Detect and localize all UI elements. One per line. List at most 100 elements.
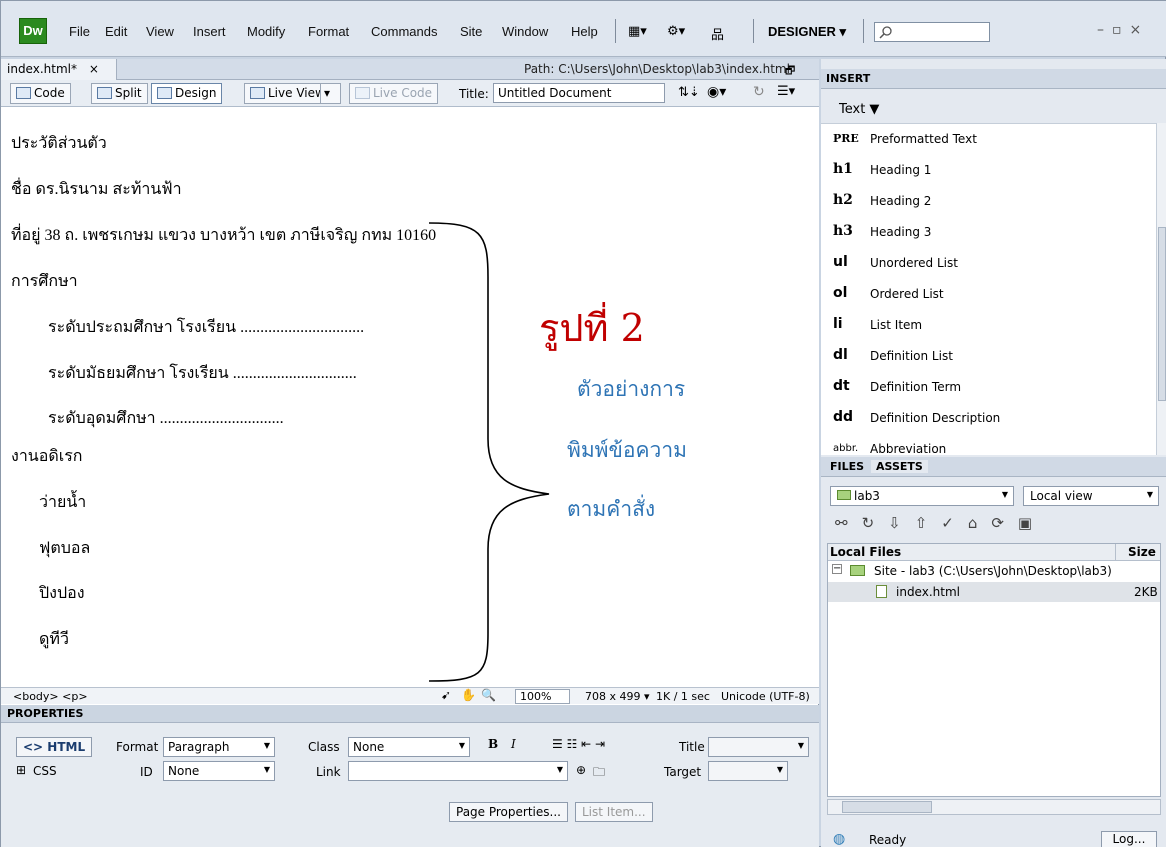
site-root-row[interactable]: − Site - lab3 (C:\Users\John\Desktop\lab… — [828, 562, 1160, 582]
dreamweaver-window: Dw File Edit View Insert Modify Format C… — [0, 0, 1166, 847]
insert-category-select[interactable]: Text ▼ — [839, 102, 879, 117]
note-line-2: พิมพ์ข้อความ — [567, 438, 687, 462]
link-input[interactable] — [348, 761, 568, 781]
design-view-button[interactable]: Design — [151, 83, 223, 104]
list-item-button[interactable]: List Item... — [575, 802, 653, 822]
menu-view[interactable]: View — [146, 24, 174, 39]
menu-format[interactable]: Format — [308, 24, 349, 39]
document-tab[interactable]: index.html* × — [1, 59, 117, 80]
zoom-select[interactable]: 100% — [515, 689, 571, 704]
html-mode-button[interactable]: <> HTML — [16, 737, 93, 757]
insert-item-h3[interactable]: h3 Heading 3 — [821, 217, 1156, 248]
title-field[interactable] — [708, 737, 809, 757]
figure-label: รูปที่ 2 — [539, 306, 645, 350]
css-mode-button[interactable]: CSS — [33, 764, 57, 778]
insert-item-dt[interactable]: dt Definition Term — [821, 372, 1156, 403]
visual-aids-icon[interactable]: ☰▾ — [777, 84, 795, 99]
zoom-tool-icon[interactable]: 🔍 — [481, 688, 496, 702]
properties-header[interactable]: PROPERTIES — [1, 705, 819, 723]
file-row[interactable]: index.html 2KB — [828, 582, 1160, 602]
menu-help[interactable]: Help — [571, 24, 598, 39]
page-properties-button[interactable]: Page Properties... — [449, 802, 568, 822]
bold-button[interactable]: B — [488, 737, 498, 751]
tag-selector[interactable]: <body> <p> — [13, 690, 88, 703]
split-icon — [97, 87, 112, 99]
insert-tab[interactable]: INSERT — [821, 72, 875, 85]
close-icon[interactable]: × — [89, 62, 99, 76]
window-size[interactable]: 708 x 499 ▾ — [585, 690, 650, 703]
size-column[interactable]: Size — [1128, 545, 1156, 559]
list-buttons-icon[interactable]: ☰ ☷ ⇤ ⇥ — [552, 737, 605, 751]
menu-edit[interactable]: Edit — [105, 24, 127, 39]
assets-tab[interactable]: ASSETS — [871, 460, 928, 473]
window-controls[interactable]: –▫× — [1097, 22, 1149, 38]
menu-window[interactable]: Window — [502, 24, 548, 39]
insert-item-h2[interactable]: h2 Heading 2 — [821, 186, 1156, 217]
right-panel-group: INSERT Text ▼ PRE Preformatted Text h1 Hea… — [821, 59, 1166, 847]
point-to-file-icon[interactable]: ⊕ — [576, 763, 586, 777]
scrollbar-thumb[interactable] — [1158, 227, 1166, 401]
italic-button[interactable]: I — [511, 737, 516, 751]
design-canvas[interactable]: ประวัติส่วนตัว ชื่อ ดร.นิรนาม สะท้านฟ้า … — [1, 107, 819, 687]
insert-item-ol[interactable]: ol Ordered List — [821, 279, 1156, 310]
log-button[interactable]: Log... — [1101, 831, 1157, 847]
id-label: ID — [140, 765, 153, 779]
title-input[interactable]: Untitled Document — [493, 83, 665, 103]
code-view-button[interactable]: Code — [10, 83, 71, 104]
select-tool-icon[interactable]: ➹ — [441, 688, 451, 702]
files-tab[interactable]: FILES — [825, 460, 869, 473]
horizontal-scrollbar[interactable] — [827, 799, 1161, 815]
live-view-button[interactable]: Live View — [244, 83, 331, 104]
menu-separator — [615, 19, 616, 43]
id-select[interactable]: None — [163, 761, 275, 781]
scrollbar-thumb[interactable] — [842, 801, 932, 813]
class-label: Class — [308, 740, 340, 754]
class-select[interactable]: None — [348, 737, 470, 757]
encoding: Unicode (UTF-8) — [721, 690, 810, 703]
search-icon — [879, 26, 892, 39]
files-panel: lab3 Local view ⚯↻⇩⇧✓⌂⟳▣ Local Files Siz… — [821, 477, 1166, 847]
browse-folder-icon[interactable]: 🗀 — [593, 763, 605, 784]
extend-icon[interactable]: ⚙▾ — [667, 24, 685, 39]
collapse-icon[interactable]: − — [832, 564, 842, 574]
target-select[interactable] — [708, 761, 788, 781]
refresh-icon[interactable]: ↻ — [753, 84, 765, 100]
insert-item-ul[interactable]: ul Unordered List — [821, 248, 1156, 279]
search-input[interactable] — [874, 22, 990, 42]
folder-icon — [850, 565, 865, 576]
format-select[interactable]: Paragraph — [163, 737, 275, 757]
menu-insert[interactable]: Insert — [193, 24, 226, 39]
insert-item-dl[interactable]: dl Definition List — [821, 341, 1156, 372]
document-path: Path: C:\Users\John\Desktop\lab3\index.h… — [524, 62, 790, 76]
preview-browser-icon[interactable]: ◉▾ — [707, 84, 726, 100]
layout-icon[interactable]: ▦▾ — [628, 24, 647, 39]
edu-secondary-text: ระดับมัธยมศึกษา โรงเรียน ...............… — [48, 365, 357, 382]
insert-scrollbar[interactable] — [1156, 123, 1166, 455]
restore-icon[interactable]: 🗗 — [785, 62, 795, 81]
css-icon[interactable]: ⊞ — [16, 763, 26, 777]
live-view-dropdown[interactable]: ▾ — [320, 83, 341, 104]
split-view-button[interactable]: Split — [91, 83, 148, 104]
files-toolbar-icons[interactable]: ⚯↻⇩⇧✓⌂⟳▣ — [835, 514, 1046, 532]
menu-file[interactable]: File — [69, 24, 90, 39]
name-text: ชื่อ ดร.นิรนาม สะท้านฟ้า — [11, 181, 182, 198]
download-speed: 1K / 1 sec — [656, 690, 710, 703]
hand-tool-icon[interactable]: ✋ — [461, 688, 476, 702]
workspace-switcher[interactable]: DESIGNER ▾ — [768, 24, 846, 40]
site-icon[interactable]: 品 — [711, 24, 724, 43]
insert-item-h1[interactable]: h1 Heading 1 — [821, 155, 1156, 186]
site-root-label: Site - lab3 (C:\Users\John\Desktop\lab3) — [874, 564, 1112, 578]
site-select[interactable]: lab3 — [830, 486, 1014, 506]
insert-item-pre[interactable]: PRE Preformatted Text — [821, 124, 1156, 155]
view-select[interactable]: Local view — [1023, 486, 1159, 506]
live-code-button[interactable]: Live Code — [349, 83, 439, 104]
file-management-icon[interactable]: ⇅⇣ — [678, 85, 700, 100]
insert-item-li[interactable]: li List Item — [821, 310, 1156, 341]
file-size: 2KB — [1134, 585, 1158, 599]
insert-item-dd[interactable]: dd Definition Description — [821, 403, 1156, 434]
menu-commands[interactable]: Commands — [371, 24, 437, 39]
local-files-column[interactable]: Local Files — [830, 545, 901, 559]
menu-site[interactable]: Site — [460, 24, 482, 39]
menu-modify[interactable]: Modify — [247, 24, 285, 39]
live-view-icon — [250, 87, 265, 99]
